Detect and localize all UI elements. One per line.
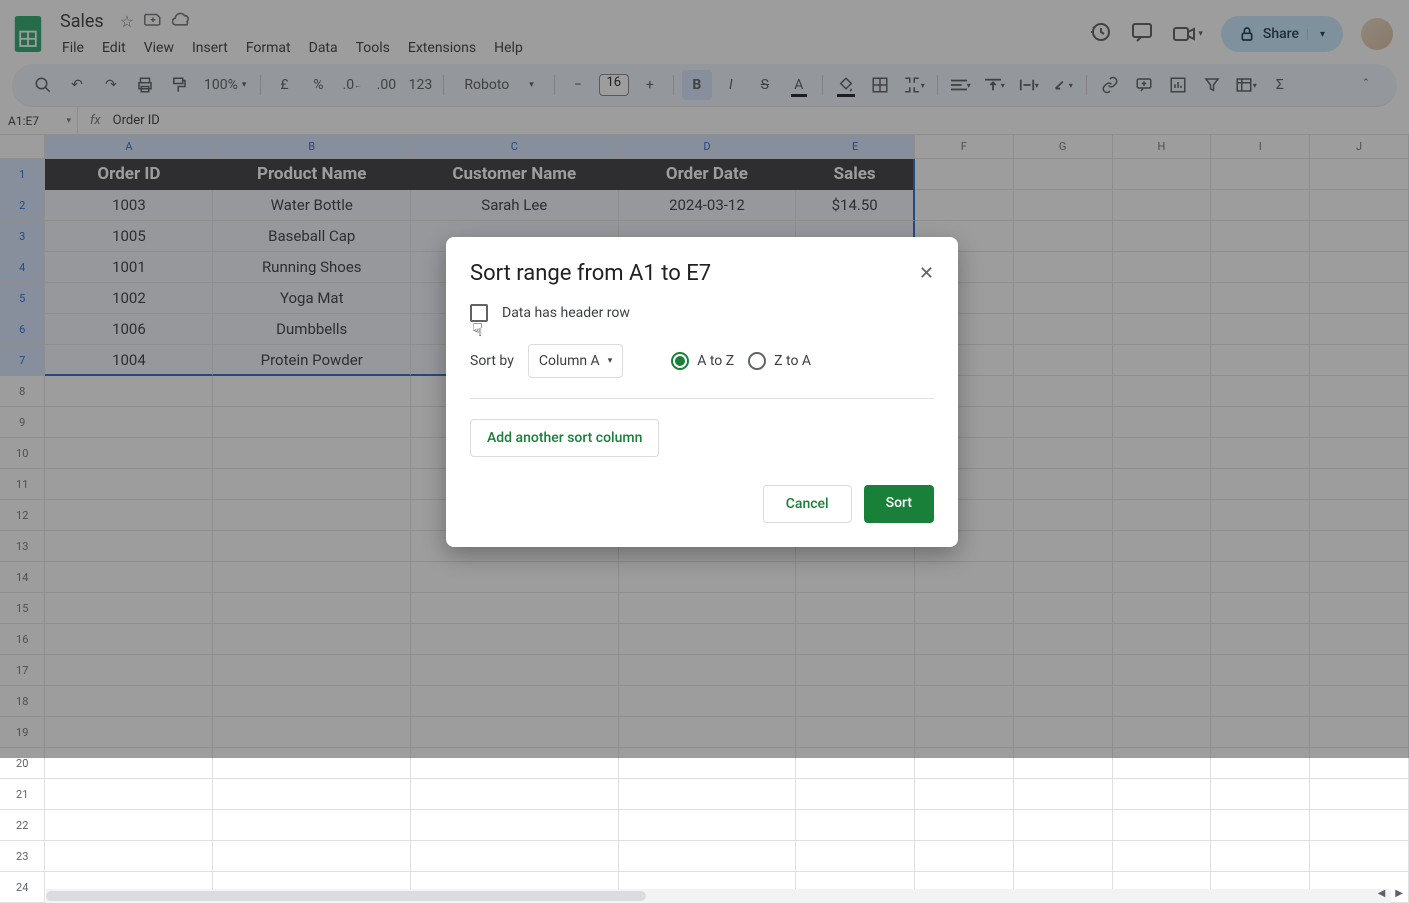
cell[interactable] — [411, 779, 618, 810]
header-row-checkbox[interactable] — [470, 304, 488, 322]
cell[interactable] — [915, 779, 1014, 810]
cell[interactable] — [213, 841, 411, 872]
cell[interactable] — [411, 810, 618, 841]
sort-button[interactable]: Sort — [864, 485, 934, 523]
row-header[interactable]: 23 — [0, 841, 45, 872]
cell[interactable] — [796, 810, 915, 841]
cell[interactable] — [619, 841, 797, 872]
cell[interactable] — [1211, 779, 1310, 810]
cell[interactable] — [1113, 779, 1212, 810]
cell[interactable] — [1211, 841, 1310, 872]
cell[interactable] — [1211, 810, 1310, 841]
sort-by-dropdown[interactable]: Column A▾ — [528, 344, 623, 378]
radio-z-to-a[interactable]: Z to A — [748, 352, 811, 370]
cell[interactable] — [915, 810, 1014, 841]
dialog-title: Sort range from A1 to E7 — [470, 261, 711, 286]
cell[interactable] — [796, 779, 915, 810]
cell[interactable] — [1310, 841, 1409, 872]
cell[interactable] — [45, 779, 213, 810]
cell[interactable] — [45, 841, 213, 872]
scroll-arrows[interactable]: ◀▶ — [1372, 884, 1409, 903]
cell[interactable] — [1310, 810, 1409, 841]
cell[interactable] — [619, 779, 797, 810]
cell[interactable] — [1113, 841, 1212, 872]
cell[interactable] — [1113, 810, 1212, 841]
cell[interactable] — [213, 810, 411, 841]
cell[interactable] — [1014, 779, 1113, 810]
sort-range-dialog: Sort range from A1 to E7 ✕ Data has head… — [446, 237, 958, 547]
cell[interactable] — [1310, 779, 1409, 810]
cell[interactable] — [1014, 810, 1113, 841]
row-header[interactable]: 22 — [0, 810, 45, 841]
horizontal-scrollbar[interactable] — [46, 889, 1391, 903]
cell[interactable] — [45, 810, 213, 841]
header-row-label: Data has header row — [502, 305, 630, 321]
close-icon[interactable]: ✕ — [919, 263, 934, 284]
sort-by-label: Sort by — [470, 353, 514, 369]
cell[interactable] — [915, 841, 1014, 872]
cell[interactable] — [411, 841, 618, 872]
cell[interactable] — [796, 841, 915, 872]
cell[interactable] — [619, 810, 797, 841]
row-header[interactable]: 21 — [0, 779, 45, 810]
row-header[interactable]: 24 — [0, 872, 45, 903]
cancel-button[interactable]: Cancel — [763, 485, 852, 523]
cell[interactable] — [1014, 841, 1113, 872]
radio-a-to-z[interactable]: A to Z — [671, 352, 734, 370]
add-sort-column-button[interactable]: Add another sort column — [470, 419, 659, 457]
cell[interactable] — [213, 779, 411, 810]
